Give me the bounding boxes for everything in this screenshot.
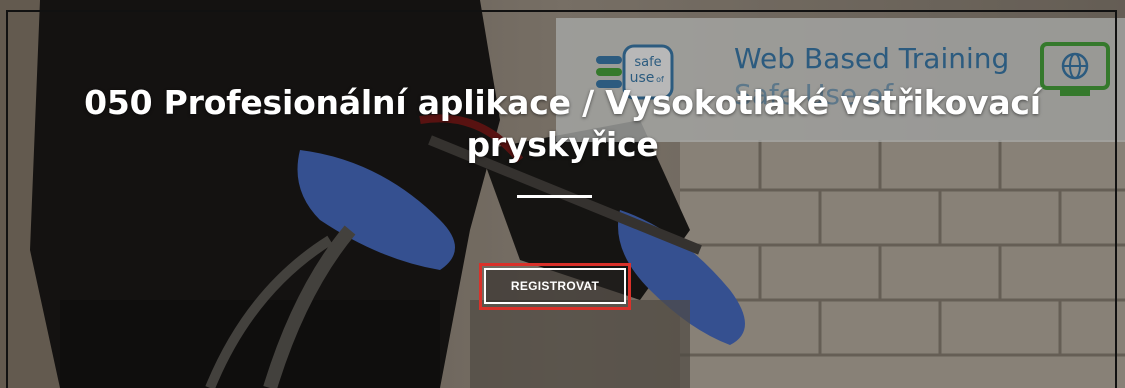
page-title: 050 Profesionální aplikace / Vysokotlaké…: [84, 83, 1041, 164]
title-divider: [517, 195, 592, 198]
hero-banner: safe use of Web Based Training Safe Use …: [0, 0, 1125, 388]
hero-dark-overlay: [0, 0, 1125, 388]
register-button[interactable]: REGISTROVAT: [484, 268, 626, 304]
